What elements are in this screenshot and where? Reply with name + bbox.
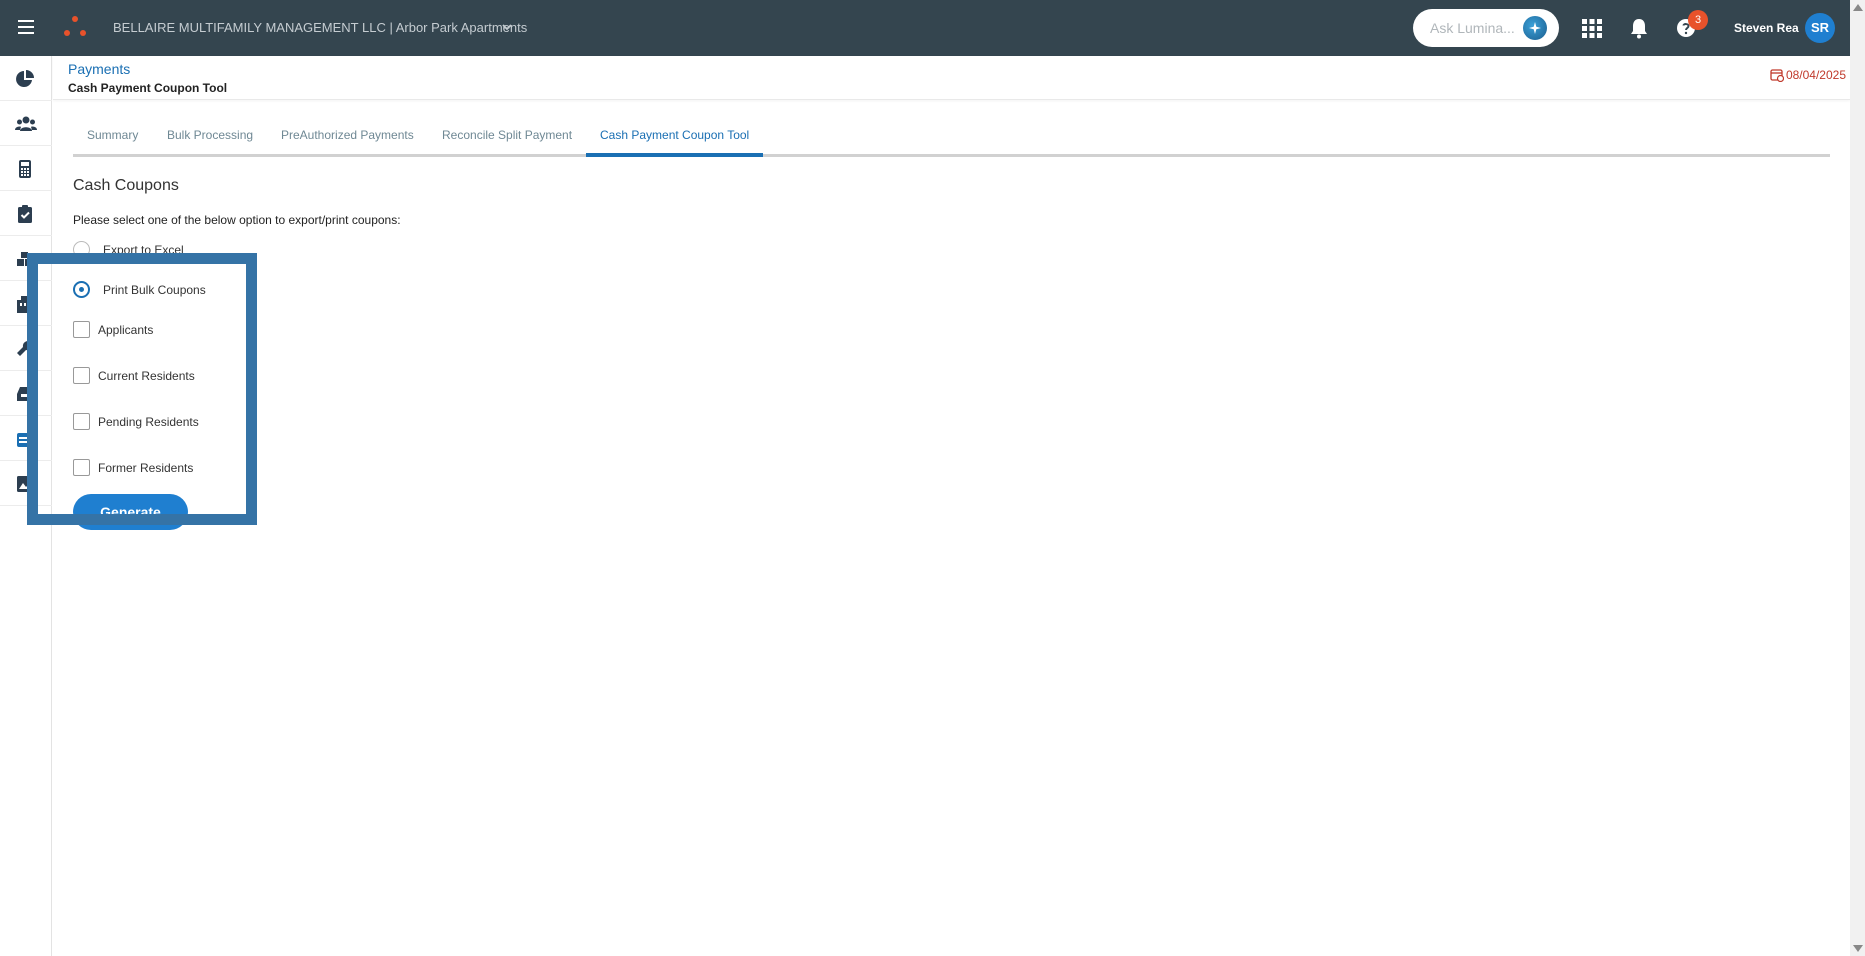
chevron-down-icon[interactable] bbox=[500, 20, 514, 34]
tab-bulk-processing[interactable]: Bulk Processing bbox=[153, 119, 267, 157]
sidebar-item-people[interactable] bbox=[0, 101, 52, 146]
current-date: 08/04/2025 bbox=[1785, 68, 1846, 82]
sidebar-item-property[interactable] bbox=[0, 281, 52, 326]
sidebar bbox=[0, 56, 52, 956]
ask-lumina-search[interactable]: Ask Lumina... bbox=[1413, 9, 1559, 47]
sidebar-item-dashboard[interactable] bbox=[0, 56, 52, 101]
avatar[interactable]: SR bbox=[1805, 13, 1835, 43]
tab-summary[interactable]: Summary bbox=[73, 119, 152, 157]
sidebar-item-maintenance[interactable] bbox=[0, 326, 52, 371]
checkbox-label: Current Residents bbox=[98, 369, 195, 383]
page-title: Cash Payment Coupon Tool bbox=[68, 81, 228, 95]
tab-cash-payment-coupon-tool[interactable]: Cash Payment Coupon Tool bbox=[586, 119, 764, 157]
page-scrollbar[interactable] bbox=[1850, 0, 1865, 956]
scroll-up-icon[interactable] bbox=[1853, 4, 1863, 11]
sparkle-icon[interactable] bbox=[1523, 16, 1547, 40]
tab-reconcile-split-payment[interactable]: Reconcile Split Payment bbox=[428, 119, 586, 157]
pie-chart-icon bbox=[16, 70, 34, 87]
tab-bar: Summary Bulk Processing PreAuthorized Pa… bbox=[73, 119, 1830, 157]
calculator-icon bbox=[19, 160, 31, 178]
sidebar-item-payments[interactable] bbox=[0, 416, 52, 461]
property-selector[interactable]: BELLAIRE MULTIFAMILY MANAGEMENT LLC | Ar… bbox=[113, 20, 527, 35]
instructions-text: Please select one of the below option to… bbox=[73, 213, 401, 227]
calendar-icon bbox=[17, 433, 33, 447]
radio-export-to-excel[interactable] bbox=[73, 241, 90, 258]
calendar-clock-icon bbox=[1770, 69, 1785, 83]
ask-lumina-placeholder: Ask Lumina... bbox=[1430, 20, 1515, 36]
boxes-icon bbox=[17, 252, 32, 266]
sidebar-item-tasks[interactable] bbox=[0, 191, 52, 236]
clipboard-check-icon bbox=[18, 205, 32, 223]
sidebar-item-accounting[interactable] bbox=[0, 146, 52, 191]
image-icon bbox=[17, 476, 33, 492]
option-label: Print Bulk Coupons bbox=[103, 283, 206, 297]
wrench-icon bbox=[17, 340, 33, 356]
radio-print-bulk-coupons[interactable] bbox=[73, 281, 90, 298]
date-display[interactable]: 08/04/2025 bbox=[1770, 68, 1846, 83]
user-name[interactable]: Steven Rea bbox=[1734, 21, 1799, 35]
inbox-icon bbox=[17, 387, 33, 401]
page-header: Payments Cash Payment Coupon Tool 08/04/… bbox=[53, 56, 1850, 100]
tab-preauthorized-payments[interactable]: PreAuthorized Payments bbox=[267, 119, 428, 157]
checkbox-box[interactable] bbox=[73, 321, 90, 338]
sidebar-item-reports[interactable] bbox=[0, 461, 52, 506]
generate-button[interactable]: Generate bbox=[73, 494, 188, 530]
checkbox-box[interactable] bbox=[73, 413, 90, 430]
menu-icon[interactable] bbox=[18, 20, 34, 34]
bell-icon[interactable] bbox=[1627, 16, 1651, 40]
breadcrumb[interactable]: Payments bbox=[68, 61, 130, 77]
apps-grid-icon[interactable] bbox=[1580, 16, 1604, 40]
help-badge: 3 bbox=[1688, 10, 1708, 30]
scroll-down-icon[interactable] bbox=[1853, 945, 1863, 952]
people-icon bbox=[15, 116, 37, 131]
section-title: Cash Coupons bbox=[73, 177, 179, 194]
building-icon bbox=[17, 296, 33, 313]
top-bar: BELLAIRE MULTIFAMILY MANAGEMENT LLC | Ar… bbox=[0, 0, 1850, 56]
sidebar-item-inbox[interactable] bbox=[0, 371, 52, 416]
checkbox-box[interactable] bbox=[73, 459, 90, 476]
option-label: Export to Excel bbox=[103, 243, 184, 257]
checkbox-box[interactable] bbox=[73, 367, 90, 384]
checkbox-label: Pending Residents bbox=[98, 415, 199, 429]
sidebar-item-inventory[interactable] bbox=[0, 236, 52, 281]
checkbox-label: Former Residents bbox=[98, 461, 194, 475]
app-logo[interactable] bbox=[62, 16, 88, 40]
checkbox-label: Applicants bbox=[98, 323, 154, 337]
